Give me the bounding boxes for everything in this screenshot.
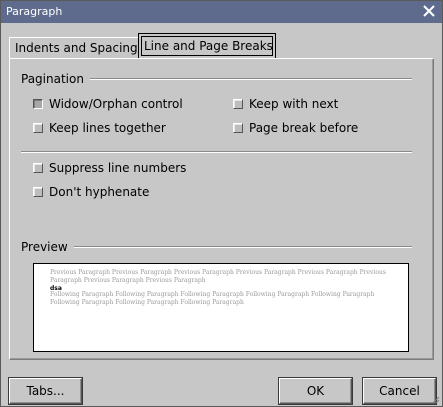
tab-line-and-page-breaks[interactable]: Line and Page Breaks [138,33,276,58]
keep-lines-together-checkbox[interactable]: Keep lines together [33,120,166,136]
options-separator [21,151,412,153]
dont-hyphenate-checkbox[interactable]: Don't hyphenate [33,184,149,200]
checkbox-label: Keep with next [249,97,339,111]
tab-label: Line and Page Breaks [144,39,273,53]
pagination-heading: Pagination [21,72,90,86]
checkbox-indicator [233,123,243,133]
checkbox-label: Widow/Orphan control [49,97,183,111]
window-title: Paragraph [6,5,63,18]
tabs-button-label: Tabs... [26,384,65,398]
checkbox-indicator [33,123,43,133]
preview-following-paragraph: Following Paragraph Following Paragraph … [50,291,375,306]
checkbox-indicator [233,99,243,109]
widow-orphan-checkbox[interactable]: Widow/Orphan control [33,96,183,112]
page-break-before-checkbox[interactable]: Page break before [233,120,358,136]
checkbox-label: Suppress line numbers [49,161,187,175]
resize-grip-icon[interactable] [432,396,440,404]
preview-previous-paragraph: Previous Paragraph Previous Paragraph Pr… [50,269,386,284]
tab-indents-and-spacing[interactable]: Indents and Spacing [9,37,142,58]
cancel-button-label: Cancel [379,384,420,398]
tabs-button[interactable]: Tabs... [9,378,82,404]
ok-button-label: OK [306,384,325,398]
paragraph-dialog: Paragraph Indents and Spacing Line and P… [0,0,443,407]
preview-separator [21,246,412,248]
tab-label: Indents and Spacing [15,41,138,55]
suppress-line-numbers-checkbox[interactable]: Suppress line numbers [33,160,186,176]
checkbox-label: Page break before [249,121,359,135]
preview-heading: Preview [21,240,74,254]
checkbox-indicator [33,187,43,197]
checkbox-label: Don't hyphenate [49,185,150,199]
title-bar[interactable]: Paragraph [1,1,442,23]
keep-with-next-checkbox[interactable]: Keep with next [233,96,338,112]
preview-box: Previous Paragraph Previous Paragraph Pr… [33,263,409,352]
ok-button[interactable]: OK [279,378,352,404]
cancel-button[interactable]: Cancel [363,378,436,404]
checkbox-label: Keep lines together [49,121,166,135]
close-icon[interactable] [422,4,436,18]
checkbox-indicator [33,163,43,173]
checkbox-indicator [33,99,43,109]
